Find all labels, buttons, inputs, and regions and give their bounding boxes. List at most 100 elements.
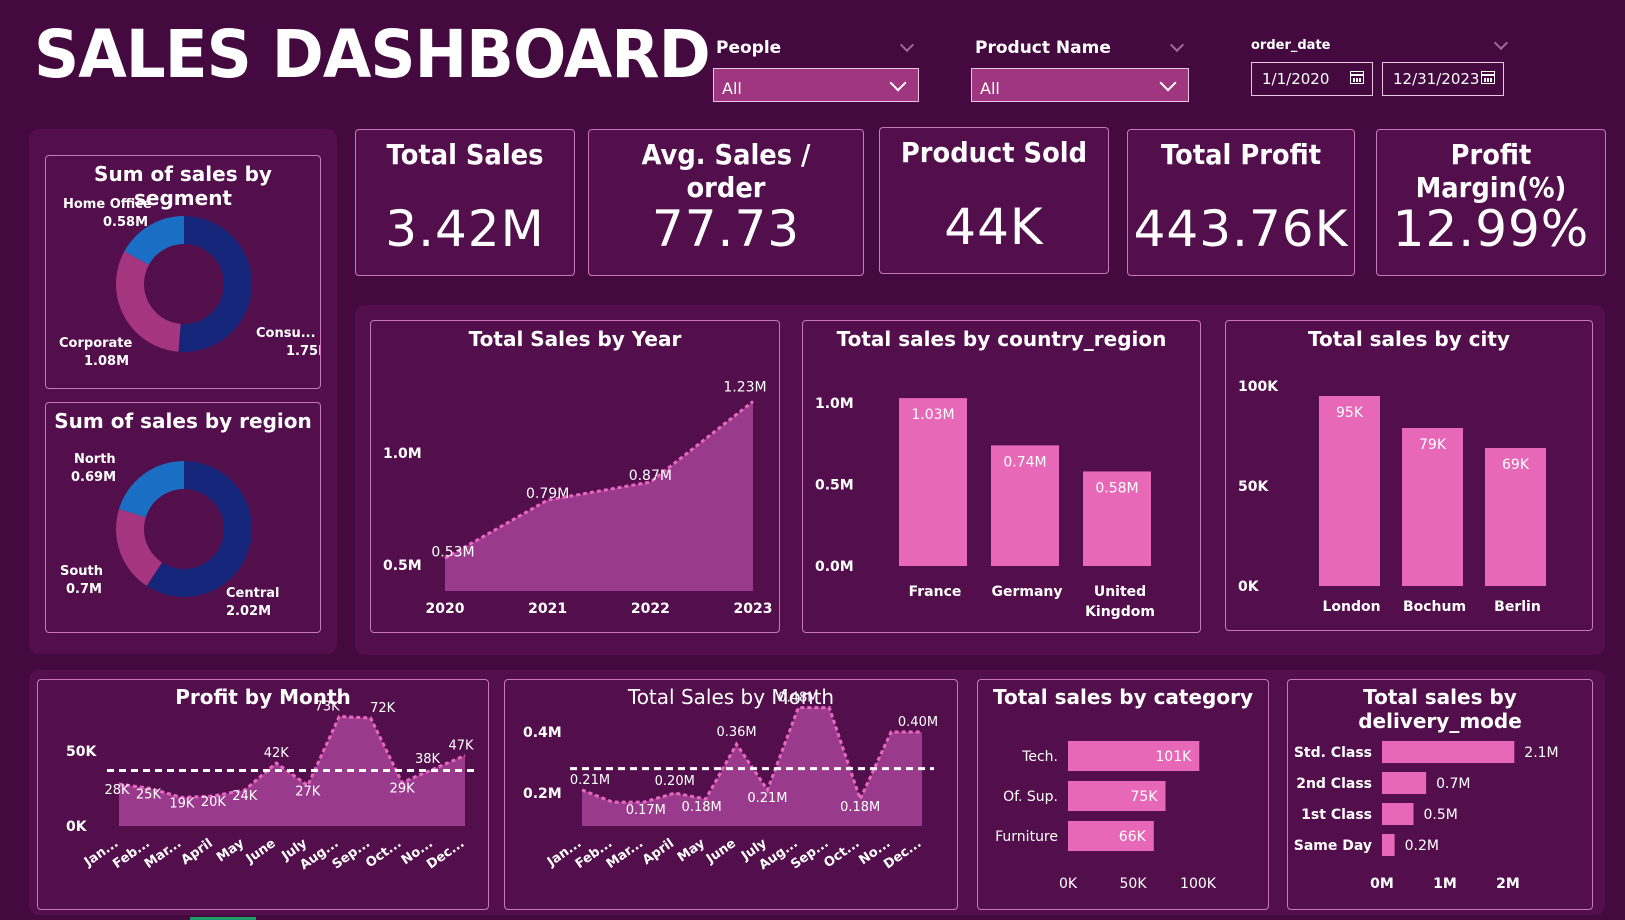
- y-tick-label: 0.2M: [523, 786, 562, 802]
- region-donut-card: Sum of sales by region Central 2.02M South…: [45, 402, 321, 633]
- x-tick-label: Kingdom: [1085, 604, 1155, 620]
- start-date-input[interactable]: 1/1/2020: [1251, 62, 1373, 96]
- data-label: 66K: [1119, 829, 1147, 845]
- data-label: 0.18M: [682, 800, 722, 815]
- page-title: SALES DASHBOARD: [34, 16, 711, 93]
- data-label: 42K: [264, 746, 290, 761]
- slice-value: 0.7M: [66, 582, 102, 597]
- segment-donut-card: Sum of sales by segment Consu...1.75MCor…: [45, 155, 321, 389]
- calendar-icon[interactable]: [1481, 71, 1495, 84]
- bar: [1382, 834, 1395, 856]
- data-label: 72K: [370, 701, 396, 716]
- y-tick-label: Same Day: [1294, 838, 1372, 854]
- y-tick-label: 0.5M: [815, 478, 854, 494]
- y-tick-label: 0K: [1238, 579, 1260, 595]
- data-label: 2.1M: [1524, 745, 1558, 761]
- data-label: 73K: [315, 700, 341, 715]
- data-label: 27K: [295, 785, 321, 800]
- region-donut-chart: Central 2.02M South 0.7M North 0.69M: [60, 452, 279, 619]
- data-label: 0.36M: [716, 725, 756, 740]
- data-label: 79K: [1419, 437, 1447, 453]
- y-tick-label: Std. Class: [1294, 745, 1372, 761]
- x-tick-label: Bochum: [1403, 599, 1466, 615]
- segment-donut-chart: Consu... 1.75M Corporate 1.08M Home Office 0.…: [59, 197, 320, 369]
- slice-label: North: [74, 452, 116, 467]
- people-filter-value: All: [722, 79, 742, 98]
- data-label: 0.48M: [778, 691, 818, 706]
- bar: [1382, 803, 1414, 825]
- slice-label: Home Office: [63, 197, 152, 212]
- x-tick-label: April: [640, 836, 677, 868]
- data-label: 25K: [136, 788, 162, 803]
- kpi-value: 3.42M: [385, 200, 545, 258]
- data-label: 0.58M: [1095, 480, 1138, 496]
- donut-slice: [119, 461, 184, 518]
- y-tick-label: 0K: [66, 819, 88, 835]
- kpi-value: 443.76K: [1133, 200, 1349, 258]
- data-label: 0.40M: [898, 715, 938, 730]
- bar: [899, 398, 967, 566]
- x-tick-label: 2021: [528, 601, 567, 617]
- data-label: 0.17M: [626, 803, 666, 818]
- slice-label: Consu...: [256, 326, 316, 341]
- kpi-value: 77.73: [651, 200, 801, 258]
- bar: [1382, 741, 1515, 763]
- chevron-down-icon[interactable]: [899, 37, 915, 53]
- data-label: 0.21M: [747, 791, 787, 806]
- x-tick-label: London: [1322, 599, 1380, 615]
- x-tick-label: June: [703, 836, 739, 867]
- sales-by-month-chart: 0.2M 0.4M 0.21M 0.17M 0.20M 0.18M 0.36M 0.21M 0.…: [523, 691, 938, 874]
- slice-value: 1.08M: [84, 354, 129, 369]
- data-label: 20K: [201, 795, 227, 810]
- x-tick-label: Oct...: [821, 836, 862, 871]
- data-label: 0.79M: [526, 486, 569, 502]
- data-label: 38K: [415, 752, 441, 767]
- product-filter-select[interactable]: All: [971, 68, 1189, 102]
- y-tick-label: 50K: [66, 744, 97, 760]
- y-tick-label: Tech.: [1021, 749, 1058, 765]
- kpi-label: Profit Margin(%): [1415, 138, 1567, 204]
- y-tick-label: 1.0M: [815, 396, 854, 412]
- data-label: 75K: [1131, 789, 1159, 805]
- profit-by-month-chart: 0K 50K 28K 25K 19K 20K 24K 42K 27K 73K 72K 29K 38K 47…: [66, 700, 477, 873]
- sales-by-city-card: Total sales by city 0K 50K 100K 95K London 79…: [1225, 320, 1593, 631]
- sales-by-year-card: Total Sales by Year 0.5M 1.0M 0.53M 0.79M 0.…: [370, 320, 780, 633]
- x-tick-label: 2022: [631, 601, 670, 617]
- x-tick-label: Germany: [991, 584, 1062, 600]
- data-label: 1.03M: [911, 407, 954, 423]
- kpi-profit-margin: Profit Margin(%) 12.99%: [1376, 129, 1606, 276]
- y-tick-label: 50K: [1238, 479, 1269, 495]
- y-tick-label: 100K: [1238, 379, 1279, 395]
- sales-by-country-chart: 0.0M 0.5M 1.0M 1.03M France 0.74M Germany 0.58M…: [815, 396, 1155, 620]
- product-filter-label: Product Name: [975, 38, 1111, 58]
- calendar-icon[interactable]: [1350, 71, 1364, 84]
- kpi-value: 12.99%: [1392, 200, 1590, 258]
- chevron-down-icon[interactable]: [1169, 37, 1185, 53]
- chevron-down-icon[interactable]: [1493, 35, 1509, 51]
- slice-label: Central: [226, 586, 279, 601]
- end-date-value: 12/31/2023: [1393, 70, 1480, 88]
- bar: [1319, 396, 1380, 586]
- data-label: 95K: [1336, 405, 1364, 421]
- data-label: 29K: [390, 782, 416, 797]
- people-filter-select[interactable]: All: [713, 68, 919, 102]
- data-label: 69K: [1502, 457, 1530, 473]
- slice-value: 0.69M: [71, 470, 116, 485]
- slice-label: Corporate: [59, 336, 133, 351]
- x-tick-label: Mar...: [142, 836, 184, 872]
- x-tick-label: 100K: [1180, 876, 1217, 892]
- x-tick-label: Berlin: [1494, 599, 1541, 615]
- sales-by-country-card: Total sales by country_region 0.0M 0.5M 1.…: [802, 320, 1201, 633]
- end-date-input[interactable]: 12/31/2023: [1382, 62, 1504, 96]
- product-filter-value: All: [980, 79, 1000, 98]
- data-label: 0.7M: [1436, 776, 1470, 792]
- kpi-label: Product Sold: [900, 136, 1088, 169]
- x-tick-label: 2M: [1496, 876, 1520, 892]
- x-tick-label: June: [243, 836, 279, 867]
- data-label: 24K: [232, 789, 258, 804]
- people-filter-label: People: [716, 38, 782, 58]
- kpi-avg-sales: Avg. Sales / order 77.73: [588, 129, 864, 276]
- x-tick-label: May: [675, 836, 708, 866]
- x-tick-label: France: [909, 584, 962, 600]
- kpi-label: Total Sales: [386, 138, 544, 171]
